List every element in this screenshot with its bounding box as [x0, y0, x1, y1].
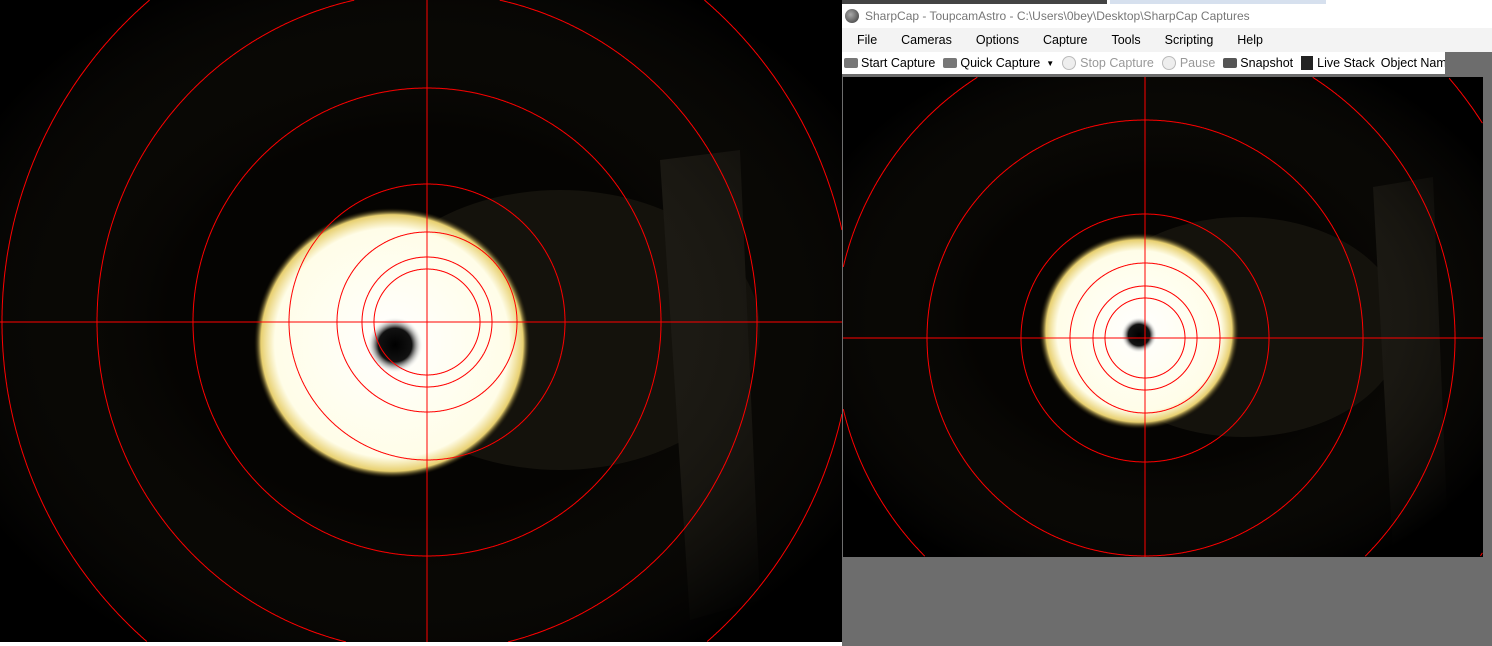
- quick-capture-label: Quick Capture: [960, 56, 1041, 70]
- window-title: SharpCap - ToupcamAstro - C:\Users\0bey\…: [865, 9, 1250, 23]
- start-capture-label: Start Capture: [861, 56, 936, 70]
- snapshot-icon: [1223, 58, 1238, 68]
- menu-cameras[interactable]: Cameras: [886, 33, 961, 47]
- menu-options[interactable]: Options: [961, 33, 1028, 47]
- menu-tools[interactable]: Tools: [1096, 33, 1149, 47]
- live-stack-button[interactable]: Live Stack: [1299, 56, 1375, 70]
- menu-help[interactable]: Help: [1222, 33, 1272, 47]
- menu-file[interactable]: File: [842, 33, 886, 47]
- pause-label: Pause: [1179, 56, 1216, 70]
- left-camera-preview: [0, 0, 842, 642]
- pause-icon: [1161, 56, 1176, 70]
- quick-capture-button[interactable]: Quick Capture: [941, 56, 1040, 70]
- snapshot-label: Snapshot: [1240, 56, 1294, 70]
- snapshot-button[interactable]: Snapshot: [1221, 56, 1293, 70]
- pause-button[interactable]: Pause: [1160, 56, 1215, 70]
- stop-icon: [1062, 56, 1077, 70]
- start-capture-button[interactable]: Start Capture: [842, 56, 935, 70]
- right-preview-image: [843, 77, 1483, 557]
- camera-icon: [844, 58, 858, 68]
- live-stack-label: Live Stack: [1317, 56, 1375, 70]
- toolbar: Start Capture Quick Capture ▼ Stop Captu…: [842, 52, 1445, 74]
- quick-capture-dropdown-icon[interactable]: ▼: [1046, 59, 1054, 68]
- menu-scripting[interactable]: Scripting: [1150, 33, 1223, 47]
- stop-capture-button[interactable]: Stop Capture: [1060, 56, 1154, 70]
- sharpcap-window: SharpCap - ToupcamAstro - C:\Users\0bey\…: [842, 0, 1492, 646]
- sharpcap-app-icon: [845, 9, 859, 23]
- camera-icon: [943, 58, 958, 68]
- title-bar: SharpCap - ToupcamAstro - C:\Users\0bey\…: [842, 4, 1492, 28]
- menu-capture[interactable]: Capture: [1028, 33, 1096, 47]
- menu-bar: File Cameras Options Capture Tools Scrip…: [842, 28, 1492, 52]
- stop-capture-label: Stop Capture: [1080, 56, 1154, 70]
- object-name-label: Object Name :: [1380, 56, 1445, 70]
- live-stack-icon: [1301, 56, 1314, 70]
- right-camera-preview: [843, 77, 1483, 557]
- left-preview-image: [0, 0, 842, 642]
